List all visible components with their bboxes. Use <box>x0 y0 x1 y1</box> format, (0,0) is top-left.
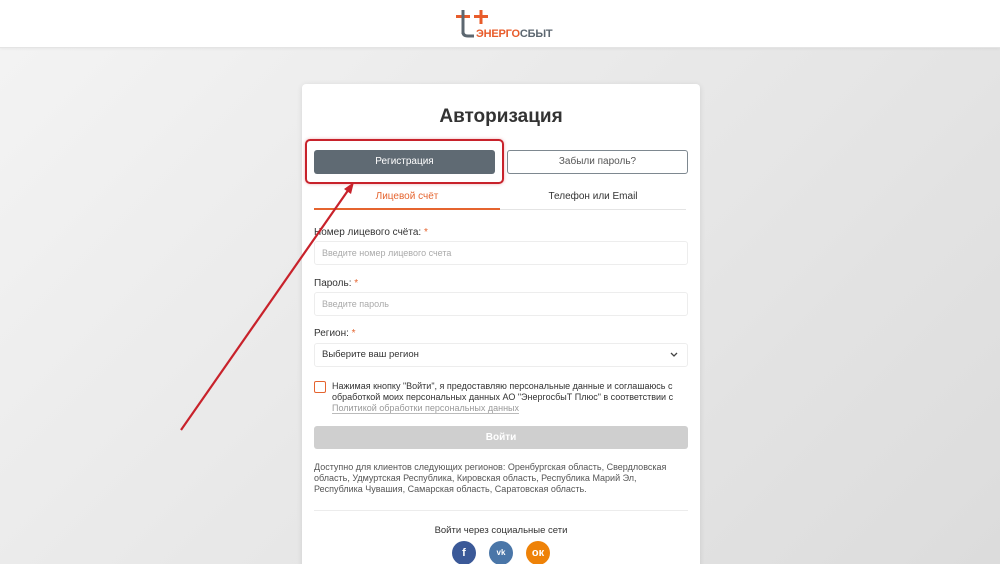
register-button[interactable]: Регистрация <box>314 150 495 174</box>
password-input[interactable]: Введите пароль <box>314 292 688 316</box>
tab-account[interactable]: Лицевой счёт <box>314 190 500 210</box>
region-label-text: Регион: <box>314 328 349 339</box>
page-title: Авторизация <box>439 106 563 127</box>
region-select[interactable]: Выберите ваш регион <box>314 343 688 367</box>
brand-name-part1: ЭНЕРГО <box>476 28 520 40</box>
brand-name: ЭНЕРГОСБЫТ <box>476 28 553 40</box>
account-number-input[interactable]: Введите номер лицевого счета <box>314 241 688 265</box>
account-number-label: Номер лицевого счёта: * <box>314 227 428 238</box>
account-number-label-text: Номер лицевого счёта: <box>314 227 422 238</box>
consent-text: Нажимая кнопку "Войти", я предоставляю п… <box>332 381 692 414</box>
consent-text-body: Нажимая кнопку "Войти", я предоставляю п… <box>332 381 674 402</box>
available-regions-note: Доступно для клиентов следующих регионов… <box>314 462 667 494</box>
region-label: Регион: * <box>314 328 356 339</box>
password-placeholder: Введите пароль <box>322 299 389 309</box>
social-login-title: Войти через социальные сети <box>434 525 568 536</box>
privacy-policy-link[interactable]: Политикой обработки персональных данных <box>332 403 520 414</box>
odnoklassniki-icon[interactable]: ок <box>526 541 550 564</box>
password-label: Пароль: * <box>314 278 358 289</box>
divider <box>314 510 688 511</box>
required-mark: * <box>351 328 356 339</box>
required-mark: * <box>423 227 428 238</box>
required-mark: * <box>354 278 359 289</box>
auth-card: Авторизация Регистрация Забыли пароль? Л… <box>302 84 700 564</box>
login-button[interactable]: Войти <box>314 426 688 449</box>
brand-name-part2: СБЫТ <box>519 28 553 40</box>
tab-phone-email[interactable]: Телефон или Email <box>500 190 686 210</box>
password-label-text: Пароль: <box>314 278 352 289</box>
chevron-down-icon <box>670 352 678 357</box>
brand-logo[interactable]: ЭНЕРГОСБЫТ <box>454 8 553 42</box>
account-number-placeholder: Введите номер лицевого счета <box>322 248 452 258</box>
vk-icon[interactable]: vk <box>489 541 513 564</box>
consent-checkbox[interactable] <box>314 381 326 393</box>
forgot-password-button[interactable]: Забыли пароль? <box>507 150 688 174</box>
facebook-icon[interactable]: f <box>452 541 476 564</box>
header-bar: ЭНЕРГОСБЫТ <box>0 0 1000 48</box>
region-selected-value: Выберите ваш регион <box>322 349 419 360</box>
